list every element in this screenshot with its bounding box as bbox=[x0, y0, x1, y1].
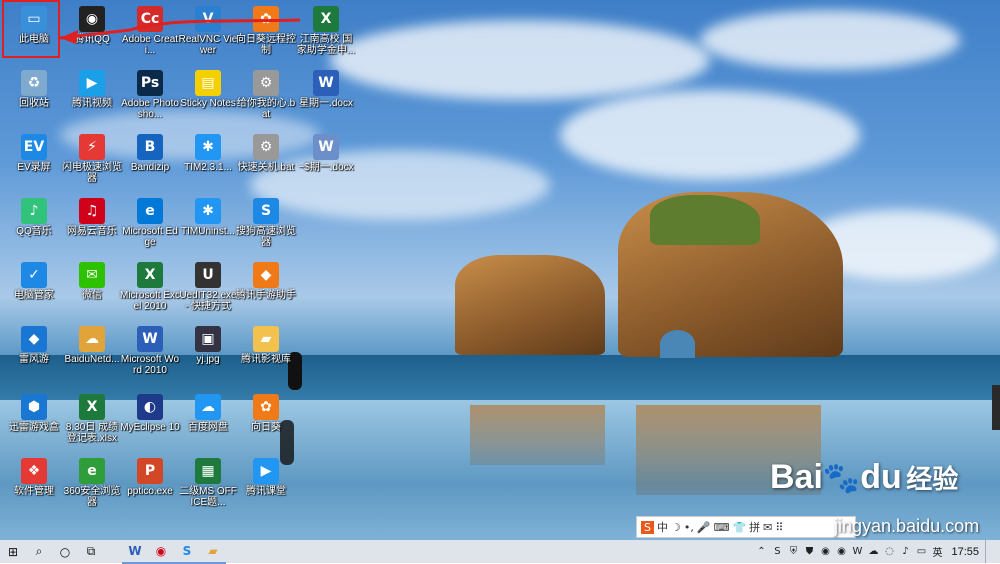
cortana-icon: ○ bbox=[59, 544, 71, 559]
taskbar-word-icon[interactable]: W bbox=[122, 539, 148, 564]
ime-item[interactable]: 🎤 bbox=[697, 521, 711, 534]
ime-toolbar[interactable]: S 中 ☽ •, 🎤 ⌨ 👕 拼 ✉ ⠿ bbox=[636, 516, 856, 538]
tray-security-icon[interactable]: ⛨ bbox=[785, 546, 801, 557]
task-view-button[interactable]: ⧉ bbox=[78, 540, 104, 563]
watermark-brand2: du bbox=[860, 458, 902, 496]
tray-music-icon[interactable]: ◉ bbox=[833, 546, 849, 557]
ime-item[interactable]: ☽ bbox=[671, 521, 681, 534]
task-view-icon: ⧉ bbox=[86, 544, 96, 558]
ime-item[interactable]: •, bbox=[684, 521, 694, 534]
ime-item[interactable]: 👕 bbox=[732, 521, 746, 534]
tray-netease-icon[interactable]: ◉ bbox=[817, 546, 833, 557]
ime-item[interactable]: ✉ bbox=[763, 521, 772, 534]
taskbar-pinned-apps: W ◉ S ▰ bbox=[122, 539, 226, 564]
tray-volume-icon[interactable]: ♪ bbox=[897, 546, 913, 557]
taskbar-netease-icon[interactable]: ◉ bbox=[148, 539, 174, 564]
ime-item[interactable]: ⌨ bbox=[714, 521, 730, 534]
tray-language-icon[interactable]: 英 bbox=[929, 544, 945, 559]
start-button[interactable]: ⊞ bbox=[0, 540, 26, 563]
paw-icon: 🐾 bbox=[822, 462, 861, 495]
clock[interactable]: 17:55 bbox=[951, 546, 979, 558]
tray-battery-icon[interactable]: ▭ bbox=[913, 546, 929, 557]
taskbar: ⊞ ⌕ ○ ⧉ W ◉ S ▰ ⌃ S ⛨ ⛊ ◉ ◉ W ☁ ◌ ♪ ▭ 英 17:55 bbox=[0, 539, 1000, 564]
system-tray: ⌃ S ⛨ ⛊ ◉ ◉ W ☁ ◌ ♪ ▭ 英 bbox=[753, 544, 945, 559]
tray-wifi-icon[interactable]: ◌ bbox=[881, 546, 897, 557]
taskbar-sogou-icon[interactable]: S bbox=[174, 539, 200, 564]
ime-item[interactable]: 拼 bbox=[749, 519, 760, 535]
baidu-jingyan-watermark: Bai🐾du 经验 jingyan.baidu.com bbox=[770, 458, 979, 536]
windows-icon: ⊞ bbox=[7, 544, 19, 559]
search-icon: ⌕ bbox=[35, 544, 43, 558]
tray-sogou-icon[interactable]: S bbox=[769, 546, 785, 557]
taskbar-explorer-icon[interactable]: ▰ bbox=[200, 539, 226, 564]
show-desktop-button[interactable] bbox=[985, 540, 1000, 563]
watermark-url: jingyan.baidu.com bbox=[834, 516, 980, 536]
cortana-button[interactable]: ○ bbox=[52, 540, 78, 563]
tray-defender-icon[interactable]: ⛊ bbox=[801, 546, 817, 557]
tray-overflow-icon[interactable]: ⌃ bbox=[753, 546, 769, 557]
desktop: ▭ 此电脑 ◉ 腾讯QQ Cc Adobe Creati... V RealVNC Viewe… bbox=[0, 0, 1000, 540]
watermark-jingyan: 经验 bbox=[906, 464, 959, 494]
watermark-brand: Bai bbox=[770, 458, 823, 496]
ime-item[interactable]: ⠿ bbox=[775, 521, 783, 534]
search-button[interactable]: ⌕ bbox=[26, 540, 52, 563]
ime-item[interactable]: 中 bbox=[657, 519, 668, 535]
ime-item[interactable]: S bbox=[641, 520, 654, 534]
tray-wps-icon[interactable]: W bbox=[849, 546, 865, 557]
tray-cloud-icon[interactable]: ☁ bbox=[865, 546, 881, 557]
